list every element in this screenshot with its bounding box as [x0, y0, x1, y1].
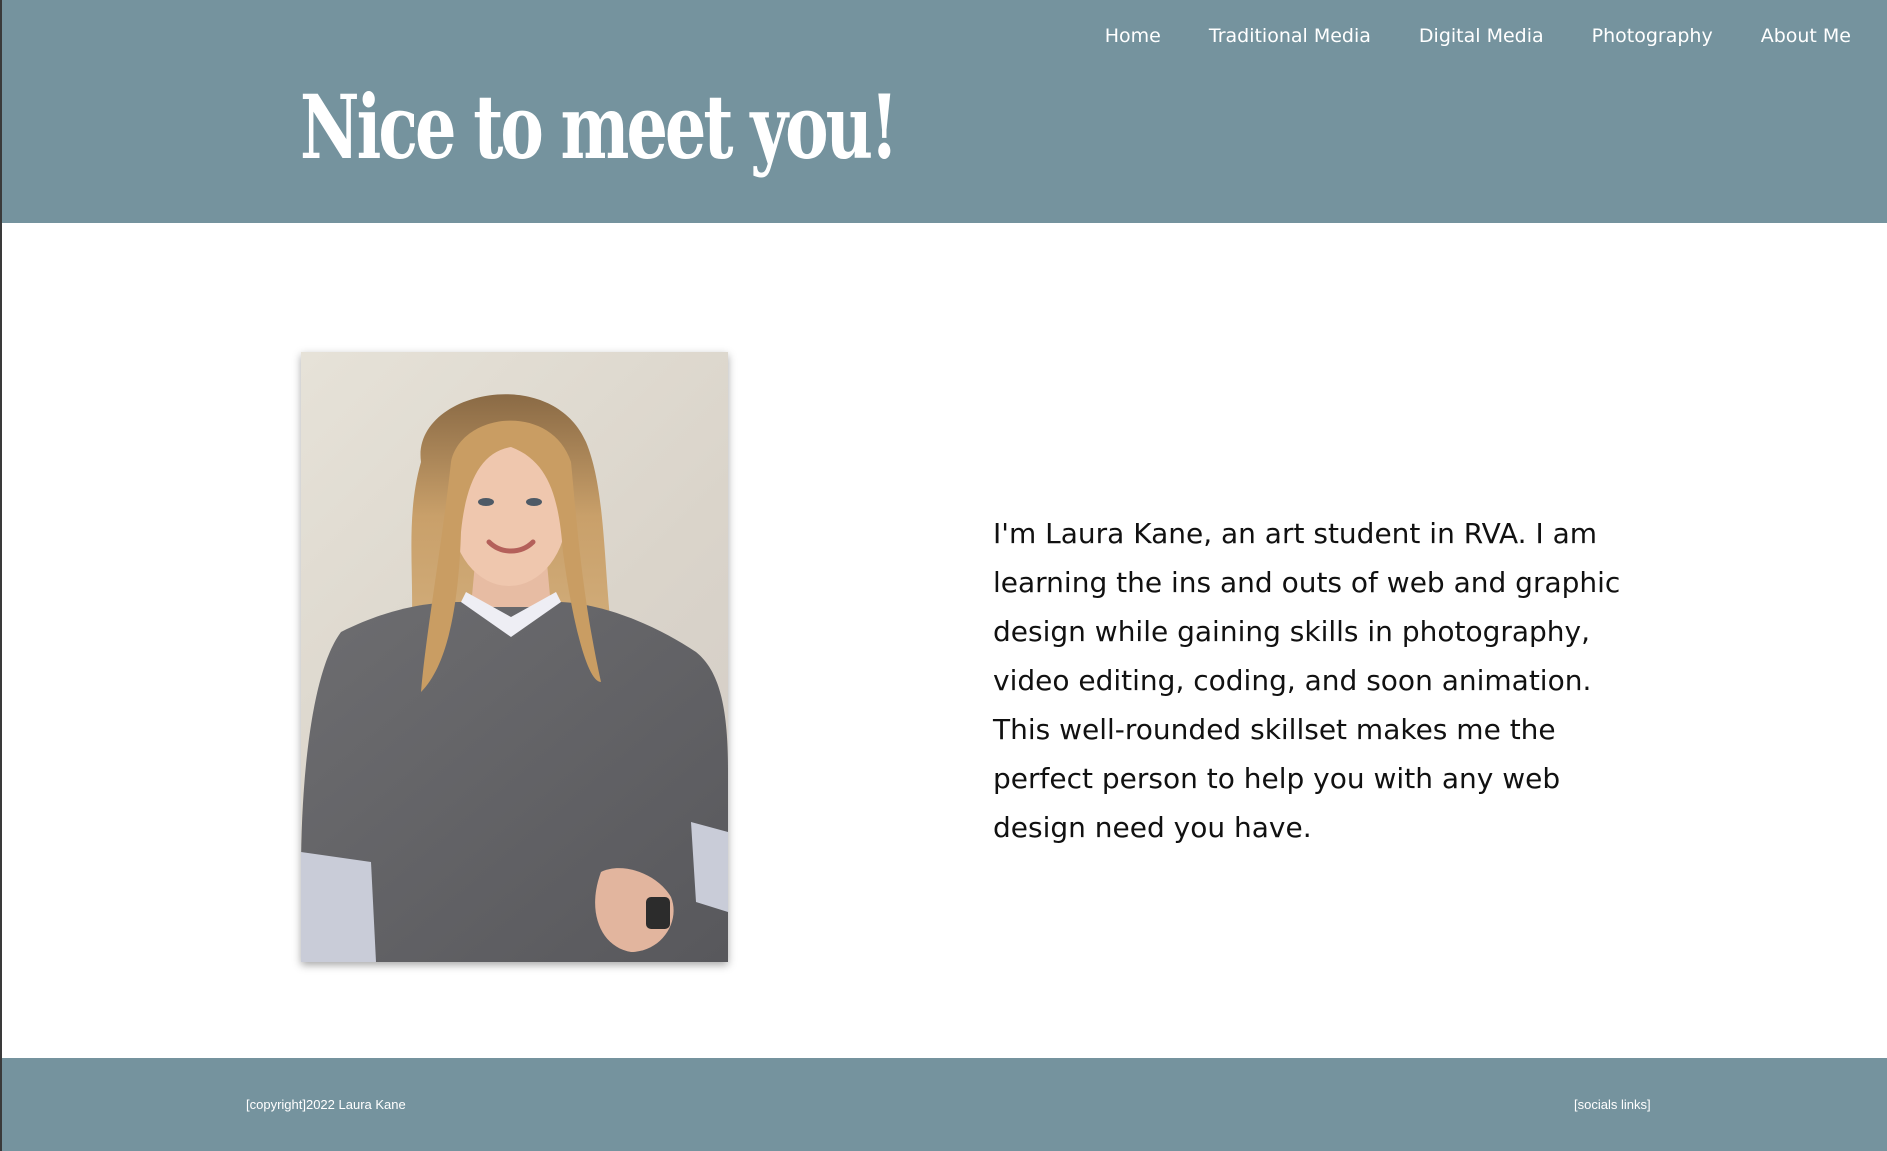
portrait-illustration	[301, 394, 728, 962]
nav-home-link[interactable]: Home	[1105, 22, 1161, 50]
window-left-edge	[0, 0, 2, 1151]
page-title: Nice to meet you!	[300, 75, 899, 179]
socials-links[interactable]: [socials links]	[1574, 1097, 1651, 1113]
profile-photo	[301, 352, 728, 962]
copyright-text: [copyright]2022 Laura Kane	[246, 1097, 406, 1112]
page-header: Home Traditional Media Digital Media Pho…	[0, 0, 1887, 223]
bio-paragraph: I'm Laura Kane, an art student in RVA. I…	[993, 517, 1621, 844]
page-footer: [copyright]2022 Laura Kane [socials link…	[0, 1058, 1887, 1151]
nav-photography-link[interactable]: Photography	[1592, 22, 1713, 50]
main-nav: Home Traditional Media Digital Media Pho…	[1105, 22, 1851, 50]
nav-traditional-media-link[interactable]: Traditional Media	[1209, 22, 1371, 50]
nav-about-me-link[interactable]: About Me	[1761, 22, 1851, 50]
nav-digital-media-link[interactable]: Digital Media	[1419, 22, 1544, 50]
